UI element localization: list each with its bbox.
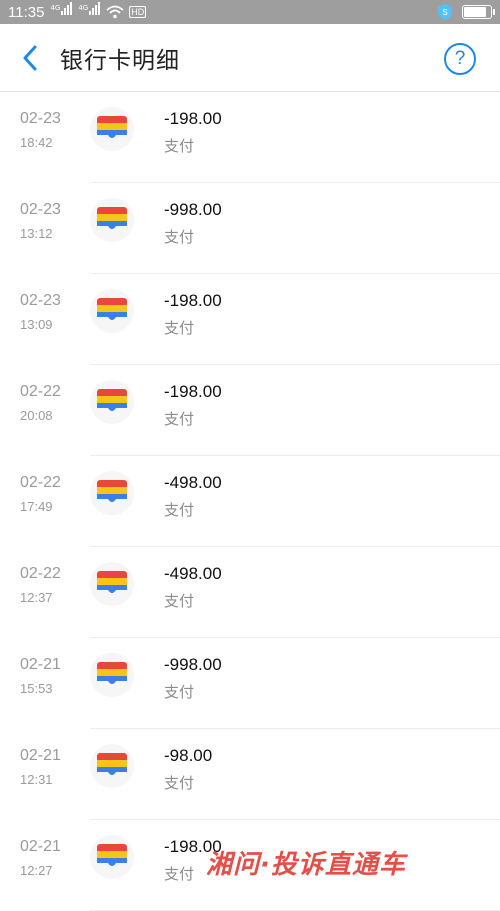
- transaction-time: 18:42: [20, 135, 53, 150]
- transaction-type: 支付: [164, 228, 195, 246]
- transaction-row[interactable]: 02-23 13:12 -998.00 支付: [0, 183, 500, 274]
- transaction-type: 支付: [164, 865, 195, 883]
- svg-text:S: S: [442, 8, 447, 17]
- transaction-amount: -498.00: [164, 564, 222, 583]
- transaction-date: 02-21: [20, 656, 61, 673]
- transaction-date: 02-21: [20, 838, 61, 855]
- bank-card-icon: [90, 289, 134, 333]
- hd-voice-icon: HD: [129, 6, 147, 18]
- question-icon: ?: [454, 48, 466, 69]
- transaction-time: 13:12: [20, 226, 53, 241]
- page-title: 银行卡明细: [60, 47, 180, 74]
- transaction-type: 支付: [164, 410, 195, 428]
- transaction-time: 12:37: [20, 590, 53, 605]
- transaction-time: 17:49: [20, 499, 53, 514]
- transaction-time: 12:31: [20, 772, 53, 787]
- transaction-row[interactable]: 02-22 20:08 -198.00 支付: [0, 365, 500, 456]
- transaction-date: 02-21: [20, 747, 61, 764]
- bank-card-icon: [90, 562, 134, 606]
- transaction-row[interactable]: 02-22 17:49 -498.00 支付: [0, 456, 500, 547]
- transaction-amount: -998.00: [164, 655, 222, 674]
- transaction-type: 支付: [164, 501, 195, 519]
- transaction-type: 支付: [164, 137, 195, 155]
- wifi-icon: [106, 5, 124, 19]
- bank-card-icon: [90, 380, 134, 424]
- transaction-row[interactable]: 02-23 18:42 -198.00 支付: [0, 92, 500, 183]
- transaction-row[interactable]: 02-21 15:53 -998.00 支付: [0, 638, 500, 729]
- transaction-list: 02-23 18:42 -198.00 支付 02-23 13:12 -998.…: [0, 92, 500, 911]
- status-time: 11:35: [8, 3, 45, 21]
- help-button[interactable]: ?: [444, 43, 476, 75]
- transaction-amount: -198.00: [164, 291, 222, 310]
- bank-card-icon: [90, 471, 134, 515]
- cellular-signal-icon: 4G: [50, 2, 73, 19]
- bank-card-icon: [90, 835, 134, 879]
- transaction-date: 02-22: [20, 383, 61, 400]
- transaction-date: 02-22: [20, 565, 61, 582]
- transaction-time: 12:27: [20, 863, 53, 878]
- transaction-date: 02-22: [20, 474, 61, 491]
- back-button[interactable]: [0, 24, 60, 92]
- battery-icon: [462, 5, 495, 19]
- network-type-label: 4G: [50, 4, 61, 12]
- transaction-amount: -498.00: [164, 473, 222, 492]
- transaction-time: 20:08: [20, 408, 53, 423]
- hd-label: HD: [131, 7, 145, 17]
- cellular-signal-2-icon: 4G: [78, 2, 101, 19]
- transaction-type: 支付: [164, 774, 195, 792]
- bank-card-icon: [90, 744, 134, 788]
- transaction-type: 支付: [164, 319, 195, 337]
- transaction-row[interactable]: 02-22 12:37 -498.00 支付: [0, 547, 500, 638]
- bank-card-icon: [90, 107, 134, 151]
- transaction-type: 支付: [164, 592, 195, 610]
- bank-card-icon: [90, 653, 134, 697]
- transaction-time: 15:53: [20, 681, 53, 696]
- transaction-date: 02-23: [20, 201, 61, 218]
- chevron-left-icon: [23, 45, 37, 70]
- transaction-amount: -198.00: [164, 109, 222, 128]
- transaction-row[interactable]: 02-23 13:09 -198.00 支付: [0, 274, 500, 365]
- transaction-amount: -98.00: [164, 746, 213, 765]
- transaction-time: 13:09: [20, 317, 53, 332]
- status-bar: 11:35 4G 4G HD S: [0, 0, 500, 24]
- watermark: 湘问·投诉直通车: [206, 850, 406, 880]
- shield-icon: S: [438, 4, 452, 20]
- transaction-row[interactable]: 02-21 12:31 -98.00 支付: [0, 729, 500, 820]
- network-type-label: 4G: [78, 4, 89, 12]
- transaction-date: 02-23: [20, 110, 61, 127]
- transaction-amount: -198.00: [164, 382, 222, 401]
- battery-fill: [464, 7, 486, 17]
- transaction-type: 支付: [164, 683, 195, 701]
- transaction-date: 02-23: [20, 292, 61, 309]
- bank-card-icon: [90, 198, 134, 242]
- page-header: 银行卡明细 ?: [0, 24, 500, 92]
- transaction-amount: -998.00: [164, 200, 222, 219]
